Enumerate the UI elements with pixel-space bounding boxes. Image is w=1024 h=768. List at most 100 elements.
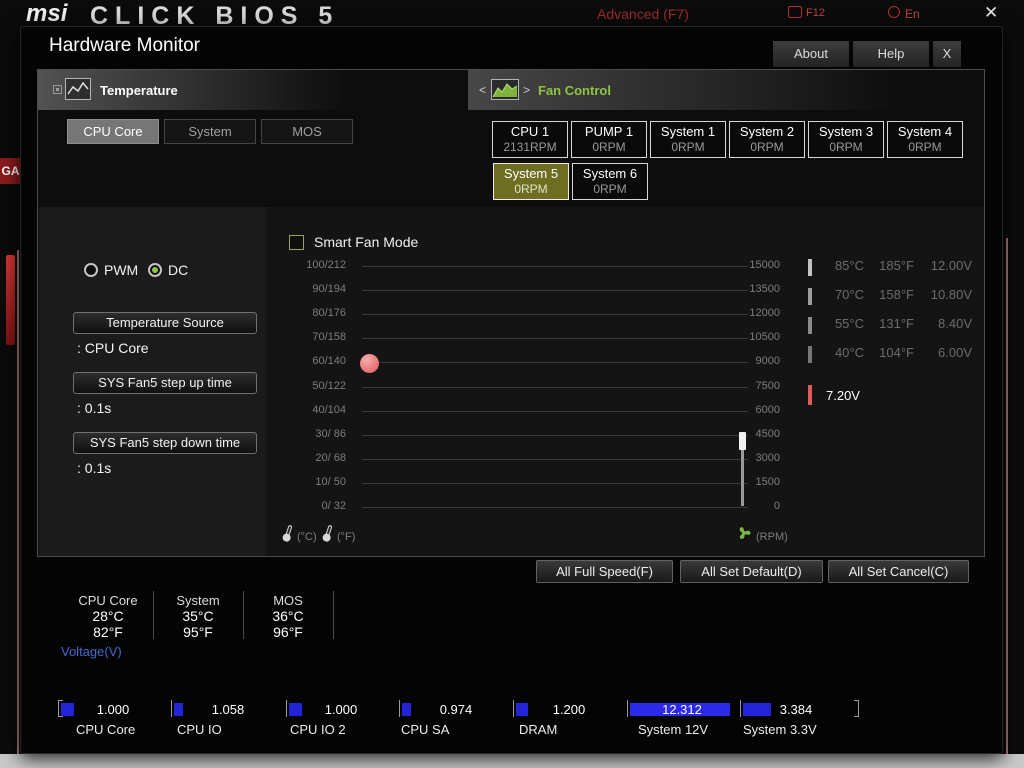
fan-button-system1[interactable]: System 1 0RPM (650, 121, 726, 158)
smart-fan-checkbox[interactable] (289, 235, 304, 250)
pwm-radio-label[interactable]: PWM (104, 262, 138, 278)
status-temp-mos: MOS 36°C 96°F (238, 593, 338, 640)
voltage-bar (402, 703, 411, 716)
step-up-time-button[interactable]: SYS Fan5 step up time (73, 372, 257, 394)
fan-name: System 5 (503, 166, 559, 181)
step-down-time-button[interactable]: SYS Fan5 step down time (73, 432, 257, 454)
fan-button-system3[interactable]: System 3 0RPM (808, 121, 884, 158)
step-temp-f: 158°F (879, 287, 914, 302)
fan-name: System 6 (582, 166, 638, 181)
voltage-value: 1.200 (552, 702, 586, 717)
voltage-name: CPU Core (76, 722, 136, 737)
right-edge-line (1006, 238, 1008, 754)
fan-speed-slider-track[interactable] (741, 450, 744, 506)
fan-next-icon[interactable]: > (523, 83, 530, 97)
voltage-step-row: 85°C 185°F 12.00V (808, 258, 983, 278)
gridline (362, 362, 748, 363)
step-voltage: 6.00V (938, 345, 972, 360)
all-set-cancel-button[interactable]: All Set Cancel(C) (828, 560, 969, 583)
voltage-tick (513, 700, 514, 717)
fan-button-system2[interactable]: System 2 0RPM (729, 121, 805, 158)
help-button[interactable]: Help (853, 41, 929, 67)
fan-icon (736, 525, 752, 541)
dialog-close-button[interactable]: X (933, 41, 961, 67)
status-temp-name: System (176, 593, 220, 608)
temp-axis-label: 10/ 50 (315, 476, 346, 488)
fan-name: System 1 (660, 124, 716, 139)
rpm-axis-label: 12000 (749, 307, 780, 319)
voltage-value: 1.058 (211, 702, 245, 717)
voltage-value: 3.384 (779, 702, 813, 717)
fan-prev-icon[interactable]: < (479, 83, 486, 97)
gridline (362, 411, 748, 412)
status-temp-celsius: 28°C (92, 608, 124, 624)
advanced-mode-menu[interactable]: Advanced (F7) (597, 6, 689, 22)
voltage-name: DRAM (519, 722, 558, 737)
game-boost-stripe (6, 255, 15, 345)
temp-axis-label: 40/104 (312, 404, 346, 416)
step-temp-c: 85°C (834, 258, 864, 273)
step-up-time-value: : 0.1s (77, 400, 112, 416)
voltage-bracket-right (854, 700, 859, 717)
tab-mos[interactable]: MOS (261, 119, 353, 144)
pwm-radio[interactable] (84, 263, 98, 277)
gridline (362, 290, 748, 291)
screen-close-icon[interactable]: ✕ (984, 3, 998, 23)
step-temp-c: 40°C (834, 345, 864, 360)
voltage-bar (61, 703, 74, 716)
fan-button-pump1[interactable]: PUMP 1 0RPM (571, 121, 647, 158)
gridline (362, 459, 748, 460)
fan-name: System 2 (739, 124, 795, 139)
all-set-default-button[interactable]: All Set Default(D) (680, 560, 823, 583)
status-temp-system: System 35°C 95°F (148, 593, 248, 640)
voltage-tick (286, 700, 287, 717)
fan-button-cpu1[interactable]: CPU 1 2131RPM (492, 121, 568, 158)
dc-voltage-handle[interactable] (360, 354, 379, 373)
temp-axis-label: 100/212 (306, 259, 346, 271)
screenshot-icon[interactable] (788, 6, 802, 18)
gridline (362, 435, 748, 436)
fan-rpm: 0RPM (593, 182, 627, 196)
step-down-time-value: : 0.1s (77, 460, 112, 476)
fan-curve-icon (491, 79, 519, 100)
window-icon (53, 85, 62, 94)
gridline (362, 314, 748, 315)
game-boost-badge: GA (0, 158, 21, 184)
voltage-bar (516, 703, 528, 716)
temperature-source-button[interactable]: Temperature Source (73, 312, 257, 334)
fan-button-system4[interactable]: System 4 0RPM (887, 121, 963, 158)
rpm-axis-label: 15000 (749, 259, 780, 271)
step-temp-f: 131°F (879, 316, 914, 331)
fan-button-system5[interactable]: System 5 0RPM (493, 163, 569, 200)
voltage-value: 0.974 (439, 702, 473, 717)
rpm-axis-label: 10500 (749, 331, 780, 343)
language-label[interactable]: En (905, 7, 920, 21)
left-edge-line (17, 250, 19, 754)
fan-speed-slider-thumb[interactable] (739, 432, 746, 450)
gridline (362, 483, 748, 484)
all-full-speed-button[interactable]: All Full Speed(F) (536, 560, 673, 583)
about-button[interactable]: About (773, 41, 849, 67)
fan-rpm: 0RPM (908, 140, 942, 154)
step-voltage: 12.00V (930, 258, 972, 273)
hotkey-f12-label[interactable]: F12 (806, 7, 825, 19)
step-temp-f: 185°F (879, 258, 914, 273)
language-icon[interactable] (888, 6, 900, 18)
temp-axis-label: 20/ 68 (315, 452, 346, 464)
voltage-step-row: 40°C 104°F 6.00V (808, 345, 983, 365)
temp-axis-label: 0/ 32 (321, 500, 346, 512)
dc-radio[interactable] (148, 263, 162, 277)
temp-axis-label: 80/176 (312, 307, 346, 319)
tab-cpu-core[interactable]: CPU Core (67, 119, 159, 144)
fan-button-system6[interactable]: System 6 0RPM (572, 163, 648, 200)
voltage-tick (740, 700, 741, 717)
step-temp-c: 70°C (834, 287, 864, 302)
celsius-unit-label: (°C) (297, 531, 317, 543)
step-temp-f: 104°F (879, 345, 914, 360)
status-temp-name: MOS (273, 593, 303, 608)
step-voltage: 10.80V (930, 287, 972, 302)
gridline (362, 266, 748, 267)
dc-radio-label[interactable]: DC (168, 262, 188, 278)
tab-system[interactable]: System (164, 119, 256, 144)
fan-control-header-bg (468, 70, 902, 110)
